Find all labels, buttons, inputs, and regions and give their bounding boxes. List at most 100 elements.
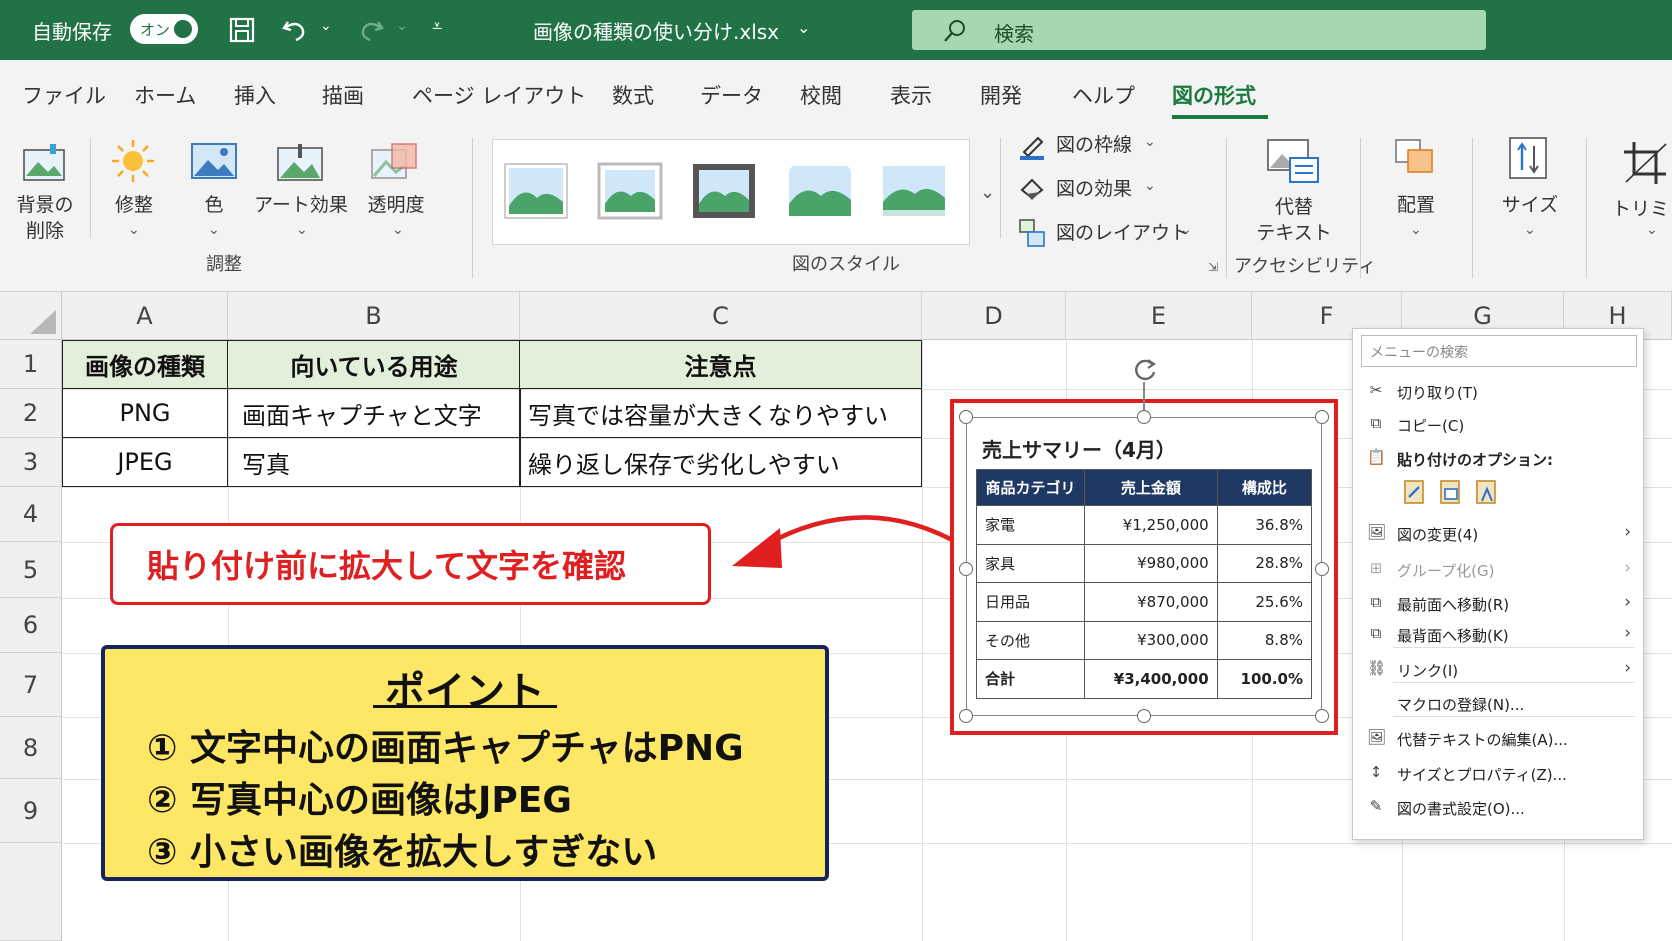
column-header-d[interactable]: D [922, 292, 1066, 340]
arrange-button[interactable]: 配置 [1384, 192, 1448, 218]
style-thumbnail-4[interactable] [785, 162, 855, 220]
paste-option-text-icon[interactable] [1473, 477, 1499, 505]
resize-handle[interactable] [959, 709, 973, 723]
table-header-cell[interactable]: 画像の種類 [62, 340, 228, 389]
row-header-7[interactable]: 7 [0, 653, 62, 717]
table-cell[interactable]: 写真では容量が大きくなりやすい [519, 388, 922, 438]
row-header-4[interactable]: 4 [0, 487, 62, 542]
callout-box: 貼り付け前に拡大して文字を確認 [110, 523, 711, 605]
row-header-3[interactable]: 3 [0, 438, 62, 487]
style-thumbnail-3[interactable] [691, 162, 757, 220]
table-cell[interactable]: 写真 [227, 437, 521, 487]
menu-item-cut[interactable]: ✂ 切り取り(T) [1353, 375, 1643, 407]
tab-page-layout[interactable]: ページ レイアウト [412, 80, 586, 110]
column-header-a[interactable]: A [62, 292, 228, 340]
resize-handle[interactable] [1315, 562, 1329, 576]
style-thumbnail-2[interactable] [597, 162, 663, 220]
search-box[interactable]: 検索 [912, 10, 1486, 50]
remove-background-button[interactable]: 背景の 削除 [12, 192, 78, 244]
size-icon [1509, 137, 1547, 179]
filename-dropdown-icon[interactable]: ⌄ [797, 18, 810, 37]
color-caret-icon: ⌄ [208, 222, 220, 238]
style-thumbnail-5[interactable] [879, 162, 949, 220]
menu-item-bring-front[interactable]: ⧉ 最前面へ移動(R) › [1353, 587, 1643, 619]
table-cell[interactable]: 繰り返し保存で劣化しやすい [519, 437, 922, 487]
table-cell[interactable]: 画面キャプチャと文字 [227, 388, 521, 438]
customize-qat-icon[interactable]: ⩡ [432, 16, 442, 37]
menu-search-input[interactable]: メニューの検索 [1361, 335, 1637, 367]
row-header-5[interactable]: 5 [0, 542, 62, 598]
tab-review[interactable]: 校閲 [800, 80, 842, 110]
row-header-8[interactable]: 8 [0, 717, 62, 779]
picture-border-button[interactable]: 図の枠線 [1056, 132, 1132, 158]
title-bar: 自動保存 オン ⌄ ⌄ ⩡ 画像の種類の使い分け.xlsx ⌄ 検索 [0, 0, 1672, 60]
crop-button[interactable]: トリミング [1612, 196, 1672, 222]
menu-item-copy[interactable]: ⧉ コピー(C) [1353, 408, 1643, 440]
tab-view[interactable]: 表示 [890, 80, 932, 110]
row-header-6[interactable]: 6 [0, 598, 62, 653]
tab-data[interactable]: データ [700, 80, 763, 110]
tab-developer[interactable]: 開発 [980, 80, 1022, 110]
tab-picture-format[interactable]: 図の形式 [1172, 80, 1256, 110]
tab-insert[interactable]: 挿入 [234, 80, 276, 110]
undo-icon[interactable] [280, 16, 310, 44]
tab-formulas[interactable]: 数式 [612, 80, 654, 110]
menu-item-paste-options: 📋 貼り付けのオプション: [1353, 442, 1643, 474]
resize-handle[interactable] [959, 562, 973, 576]
save-icon[interactable] [228, 16, 256, 44]
tab-home[interactable]: ホーム [134, 80, 196, 110]
gallery-more-icon[interactable]: ⌄ [980, 182, 995, 203]
column-header-e[interactable]: E [1066, 292, 1252, 340]
callout-arrow [732, 515, 958, 568]
artistic-effects-button[interactable]: アート効果 [254, 192, 348, 218]
menu-item-label: 図の変更(4) [1397, 526, 1479, 544]
summary-header: 商品カテゴリ [976, 469, 1085, 506]
paste-option-keep-icon[interactable] [1401, 477, 1427, 505]
size-button[interactable]: サイズ [1498, 192, 1562, 218]
autosave-toggle[interactable]: オン [130, 14, 198, 44]
column-header-c[interactable]: C [520, 292, 922, 340]
menu-item-format-picture[interactable]: ✎ 図の書式設定(O)... [1353, 791, 1643, 823]
summary-cell: 25.6% [1216, 582, 1313, 622]
resize-handle[interactable] [1315, 410, 1329, 424]
table-cell[interactable]: PNG [62, 388, 228, 438]
table-header-cell[interactable]: 向いている用途 [227, 340, 521, 389]
menu-item-change-picture[interactable]: 🖼 図の変更(4) › [1353, 517, 1643, 549]
resize-handle[interactable] [959, 410, 973, 424]
paste-option-picture-icon[interactable] [1437, 477, 1463, 505]
size-caret-icon: ⌄ [1524, 222, 1536, 238]
alt-text-button[interactable]: 代替 テキスト [1254, 194, 1334, 246]
resize-handle[interactable] [1315, 709, 1329, 723]
row-header-1[interactable]: 1 [0, 340, 62, 389]
picture-effects-button[interactable]: 図の効果 [1056, 176, 1132, 202]
color-button[interactable]: 色 [194, 192, 234, 218]
rotate-handle-icon[interactable] [1130, 354, 1160, 384]
menu-item-link[interactable]: ⛓ リンク(I) › [1353, 653, 1643, 685]
menu-item-assign-macro[interactable]: マクロの登録(N)... [1353, 687, 1643, 719]
resize-handle[interactable] [1137, 709, 1151, 723]
menu-item-edit-alt-text[interactable]: 🖼 代替テキストの編集(A)... [1353, 722, 1643, 754]
file-name[interactable]: 画像の種類の使い分け.xlsx [533, 16, 779, 45]
table-cell[interactable]: JPEG [62, 437, 228, 487]
submenu-arrow-icon: › [1624, 658, 1631, 678]
remove-background-icon [23, 144, 65, 181]
undo-dropdown-icon[interactable]: ⌄ [320, 18, 332, 34]
menu-item-send-back[interactable]: ⧉ 最背面へ移動(K) › [1353, 618, 1643, 650]
picture-layout-button[interactable]: 図のレイアウト [1056, 220, 1189, 246]
row-header-2[interactable]: 2 [0, 389, 62, 438]
summary-cell: 36.8% [1216, 505, 1313, 545]
dialog-launcher-icon[interactable]: ⇲ [1208, 260, 1218, 274]
menu-item-size-properties[interactable]: ↕ サイズとプロパティ(Z)... [1353, 757, 1643, 789]
table-header-cell[interactable]: 注意点 [519, 340, 922, 389]
tab-draw[interactable]: 描画 [322, 80, 364, 110]
tab-help[interactable]: ヘルプ [1072, 80, 1135, 110]
row-header-9[interactable]: 9 [0, 779, 62, 843]
point-item: ② 写真中心の画像はJPEG [147, 780, 572, 821]
select-all-corner[interactable] [0, 292, 62, 340]
resize-handle[interactable] [1137, 410, 1151, 424]
tab-file[interactable]: ファイル [22, 80, 106, 110]
style-thumbnail-1[interactable] [503, 162, 569, 220]
transparency-button[interactable]: 透明度 [360, 192, 432, 218]
corrections-button[interactable]: 修整 [104, 192, 164, 218]
column-header-b[interactable]: B [228, 292, 520, 340]
